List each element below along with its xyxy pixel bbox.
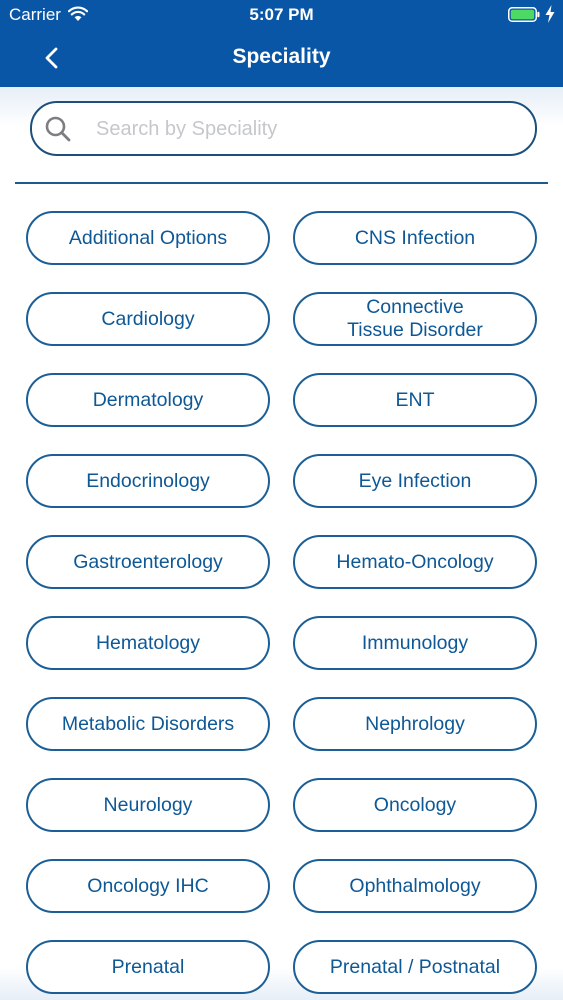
navigation-bar: Carrier 5:07 PM Speciality xyxy=(0,0,563,87)
speciality-button[interactable]: Neurology xyxy=(26,778,270,832)
speciality-button[interactable]: Cardiology xyxy=(26,292,270,346)
speciality-button[interactable]: Oncology IHC xyxy=(26,859,270,913)
speciality-button[interactable]: Hemato-Oncology xyxy=(293,535,537,589)
search-input[interactable] xyxy=(94,103,518,156)
speciality-button[interactable]: Immunology xyxy=(293,616,537,670)
page-title: Speciality xyxy=(232,45,331,68)
speciality-button[interactable]: Metabolic Disorders xyxy=(26,697,270,751)
clock: 5:07 PM xyxy=(249,5,314,24)
search-icon xyxy=(45,116,71,142)
speciality-button[interactable]: Additional Options xyxy=(26,211,270,265)
speciality-button[interactable]: ENT xyxy=(293,373,537,427)
speciality-button[interactable]: Dermatology xyxy=(26,373,270,427)
speciality-grid: Additional Options CNS Infection Cardiol… xyxy=(26,211,537,1000)
speciality-button[interactable]: Endocrinology xyxy=(26,454,270,508)
divider xyxy=(15,182,548,184)
bolt-icon xyxy=(545,5,555,23)
speciality-button[interactable]: Oncology xyxy=(293,778,537,832)
speciality-button[interactable]: CNS Infection xyxy=(293,211,537,265)
speciality-button[interactable]: Ophthalmology xyxy=(293,859,537,913)
speciality-button[interactable]: Prenatal / Postnatal xyxy=(293,940,537,994)
search-bar[interactable] xyxy=(30,101,537,156)
speciality-button[interactable]: Hematology xyxy=(26,616,270,670)
speciality-button[interactable]: Gastroenterology xyxy=(26,535,270,589)
speciality-button[interactable]: Prenatal xyxy=(26,940,270,994)
battery-icon xyxy=(508,7,540,22)
speciality-button[interactable]: Eye Infection xyxy=(293,454,537,508)
speciality-button[interactable]: Connective Tissue Disorder xyxy=(293,292,537,346)
speciality-button[interactable]: Nephrology xyxy=(293,697,537,751)
status-bar: Carrier 5:07 PM xyxy=(0,0,563,30)
